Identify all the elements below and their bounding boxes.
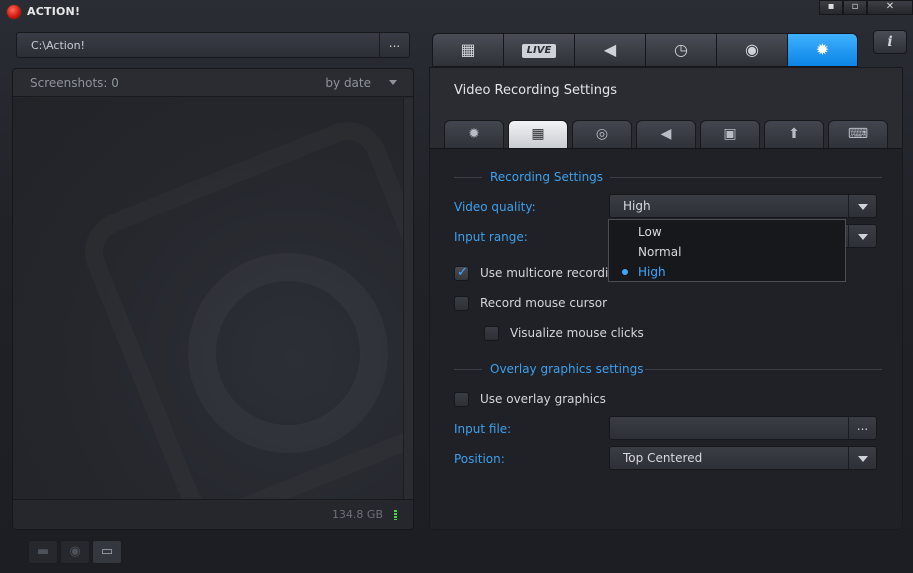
live-icon: LIVE bbox=[521, 43, 557, 58]
tab-video[interactable]: ▦ bbox=[432, 33, 503, 67]
close-button[interactable]: ✕ bbox=[867, 0, 913, 15]
chevron-down-icon[interactable] bbox=[848, 195, 876, 217]
overlay-settings-title: Overlay graphics settings bbox=[490, 362, 644, 376]
subtab-audio[interactable]: ◀ bbox=[636, 120, 696, 148]
group-divider bbox=[610, 177, 882, 178]
input-range-label: Input range: bbox=[454, 230, 528, 244]
film-icon: ▦ bbox=[460, 40, 476, 59]
keyboard-icon: ⌨ bbox=[847, 126, 869, 142]
multicore-label: Use multicore recordin bbox=[480, 266, 616, 280]
sort-dropdown[interactable]: by date bbox=[325, 76, 371, 90]
video-quality-value: High bbox=[623, 199, 651, 213]
video-quality-label: Video quality: bbox=[454, 200, 536, 214]
folder-icon: ▭ bbox=[100, 544, 114, 559]
browse-file-button[interactable]: ... bbox=[848, 417, 876, 439]
overlay-label: Use overlay graphics bbox=[480, 392, 606, 406]
record-logo-icon bbox=[7, 5, 21, 19]
input-file-label: Input file: bbox=[454, 422, 512, 436]
position-label: Position: bbox=[454, 452, 505, 466]
app-title: ACTION! bbox=[27, 5, 81, 18]
panel-title: Video Recording Settings bbox=[454, 83, 618, 98]
gear-icon: ✹ bbox=[468, 126, 480, 142]
overlay-checkbox[interactable] bbox=[454, 392, 469, 407]
minimize-button[interactable]: ▪ bbox=[819, 0, 843, 15]
browse-path-button[interactable]: ... bbox=[379, 33, 409, 57]
eye-icon: ◉ bbox=[69, 544, 81, 559]
disk-level-icon bbox=[394, 510, 397, 520]
multicore-checkbox[interactable]: ✓ bbox=[454, 265, 469, 281]
option-normal[interactable]: Normal bbox=[638, 245, 681, 259]
settings-panel: Video Recording Settings ✹ ▦ ◎ ◀ ▣ ⬆ ⌨ R… bbox=[429, 67, 903, 530]
selected-bullet-icon bbox=[622, 269, 628, 275]
tab-benchmark[interactable]: ◷ bbox=[645, 33, 716, 67]
checkmark-icon: ✓ bbox=[457, 265, 468, 280]
gear-icon: ✹ bbox=[815, 40, 830, 59]
subtab-video[interactable]: ▦ bbox=[508, 120, 568, 148]
scrollbar[interactable] bbox=[403, 98, 413, 501]
background-lens-watermark bbox=[188, 253, 388, 453]
group-divider bbox=[454, 369, 482, 370]
speaker-icon: ◀ bbox=[660, 126, 672, 142]
app-window: ACTION! ▪ ▫ ✕ C:\Action! ... Screenshots… bbox=[0, 0, 913, 573]
subtab-monitor[interactable]: ▣ bbox=[700, 120, 760, 148]
delete-button[interactable]: ▬ bbox=[28, 540, 58, 564]
subtab-general[interactable]: ✹ bbox=[444, 120, 504, 148]
maximize-button[interactable]: ▫ bbox=[843, 0, 867, 15]
chevron-down-icon[interactable] bbox=[389, 80, 397, 85]
chevron-down-icon[interactable] bbox=[848, 225, 876, 247]
info-button[interactable]: i bbox=[873, 30, 907, 54]
position-select[interactable]: Top Centered bbox=[609, 446, 877, 470]
film-icon: ▦ bbox=[531, 126, 545, 142]
mouse-cursor-checkbox[interactable] bbox=[454, 296, 469, 311]
screenshots-panel: Screenshots: 0 by date 134.8 GB bbox=[12, 68, 414, 530]
preview-button[interactable]: ◉ bbox=[60, 540, 90, 564]
speaker-icon: ◀ bbox=[603, 40, 617, 59]
window-controls: ▪ ▫ ✕ bbox=[819, 0, 913, 16]
position-value: Top Centered bbox=[623, 451, 703, 465]
option-high[interactable]: High bbox=[638, 265, 666, 279]
screenshots-header: Screenshots: 0 by date bbox=[13, 69, 413, 97]
tab-settings[interactable]: ✹ bbox=[787, 33, 858, 67]
recording-settings-title: Recording Settings bbox=[490, 170, 604, 184]
mouse-cursor-label: Record mouse cursor bbox=[480, 296, 608, 310]
chevron-down-icon[interactable] bbox=[848, 447, 876, 469]
mouse-clicks-label: Visualize mouse clicks bbox=[510, 326, 644, 340]
input-file-field[interactable]: ... bbox=[609, 416, 877, 440]
file-actions: ▬ ◉ ▭ bbox=[28, 540, 122, 564]
option-low[interactable]: Low bbox=[638, 225, 662, 239]
subtab-keyboard[interactable]: ⌨ bbox=[828, 120, 888, 148]
monitor-icon: ▣ bbox=[723, 126, 737, 142]
screenshots-list[interactable] bbox=[13, 98, 413, 501]
output-path-text: C:\Action! bbox=[31, 39, 85, 52]
subtab-webcam[interactable]: ◎ bbox=[572, 120, 632, 148]
tab-live[interactable]: LIVE bbox=[503, 33, 574, 67]
main-tabs: ▦ LIVE ◀ ◷ ◉ ✹ bbox=[432, 33, 858, 67]
camera-icon: ◉ bbox=[745, 40, 759, 59]
webcam-icon: ◎ bbox=[595, 126, 609, 142]
output-path-bar[interactable]: C:\Action! ... bbox=[16, 32, 410, 58]
screenshots-count: Screenshots: 0 bbox=[30, 76, 119, 90]
subtab-upload[interactable]: ⬆ bbox=[764, 120, 824, 148]
group-divider bbox=[645, 369, 882, 370]
minus-icon: ▬ bbox=[36, 544, 50, 559]
screenshots-footer: 134.8 GB bbox=[13, 499, 413, 529]
tab-screenshot[interactable]: ◉ bbox=[716, 33, 787, 67]
stopwatch-icon: ◷ bbox=[674, 40, 688, 59]
open-folder-button[interactable]: ▭ bbox=[92, 540, 122, 564]
tab-audio[interactable]: ◀ bbox=[574, 33, 645, 67]
group-divider bbox=[454, 177, 482, 178]
video-quality-options: Low Normal High bbox=[608, 219, 846, 282]
mouse-clicks-checkbox[interactable] bbox=[484, 326, 499, 341]
video-quality-select[interactable]: High bbox=[609, 194, 877, 218]
title-bar: ACTION! ▪ ▫ ✕ bbox=[0, 0, 913, 24]
video-settings-form: Recording Settings Video quality: High I… bbox=[430, 148, 902, 529]
upload-icon: ⬆ bbox=[788, 126, 800, 142]
disk-free-space: 134.8 GB bbox=[331, 508, 383, 521]
settings-sub-tabs: ✹ ▦ ◎ ◀ ▣ ⬆ ⌨ bbox=[444, 120, 888, 148]
